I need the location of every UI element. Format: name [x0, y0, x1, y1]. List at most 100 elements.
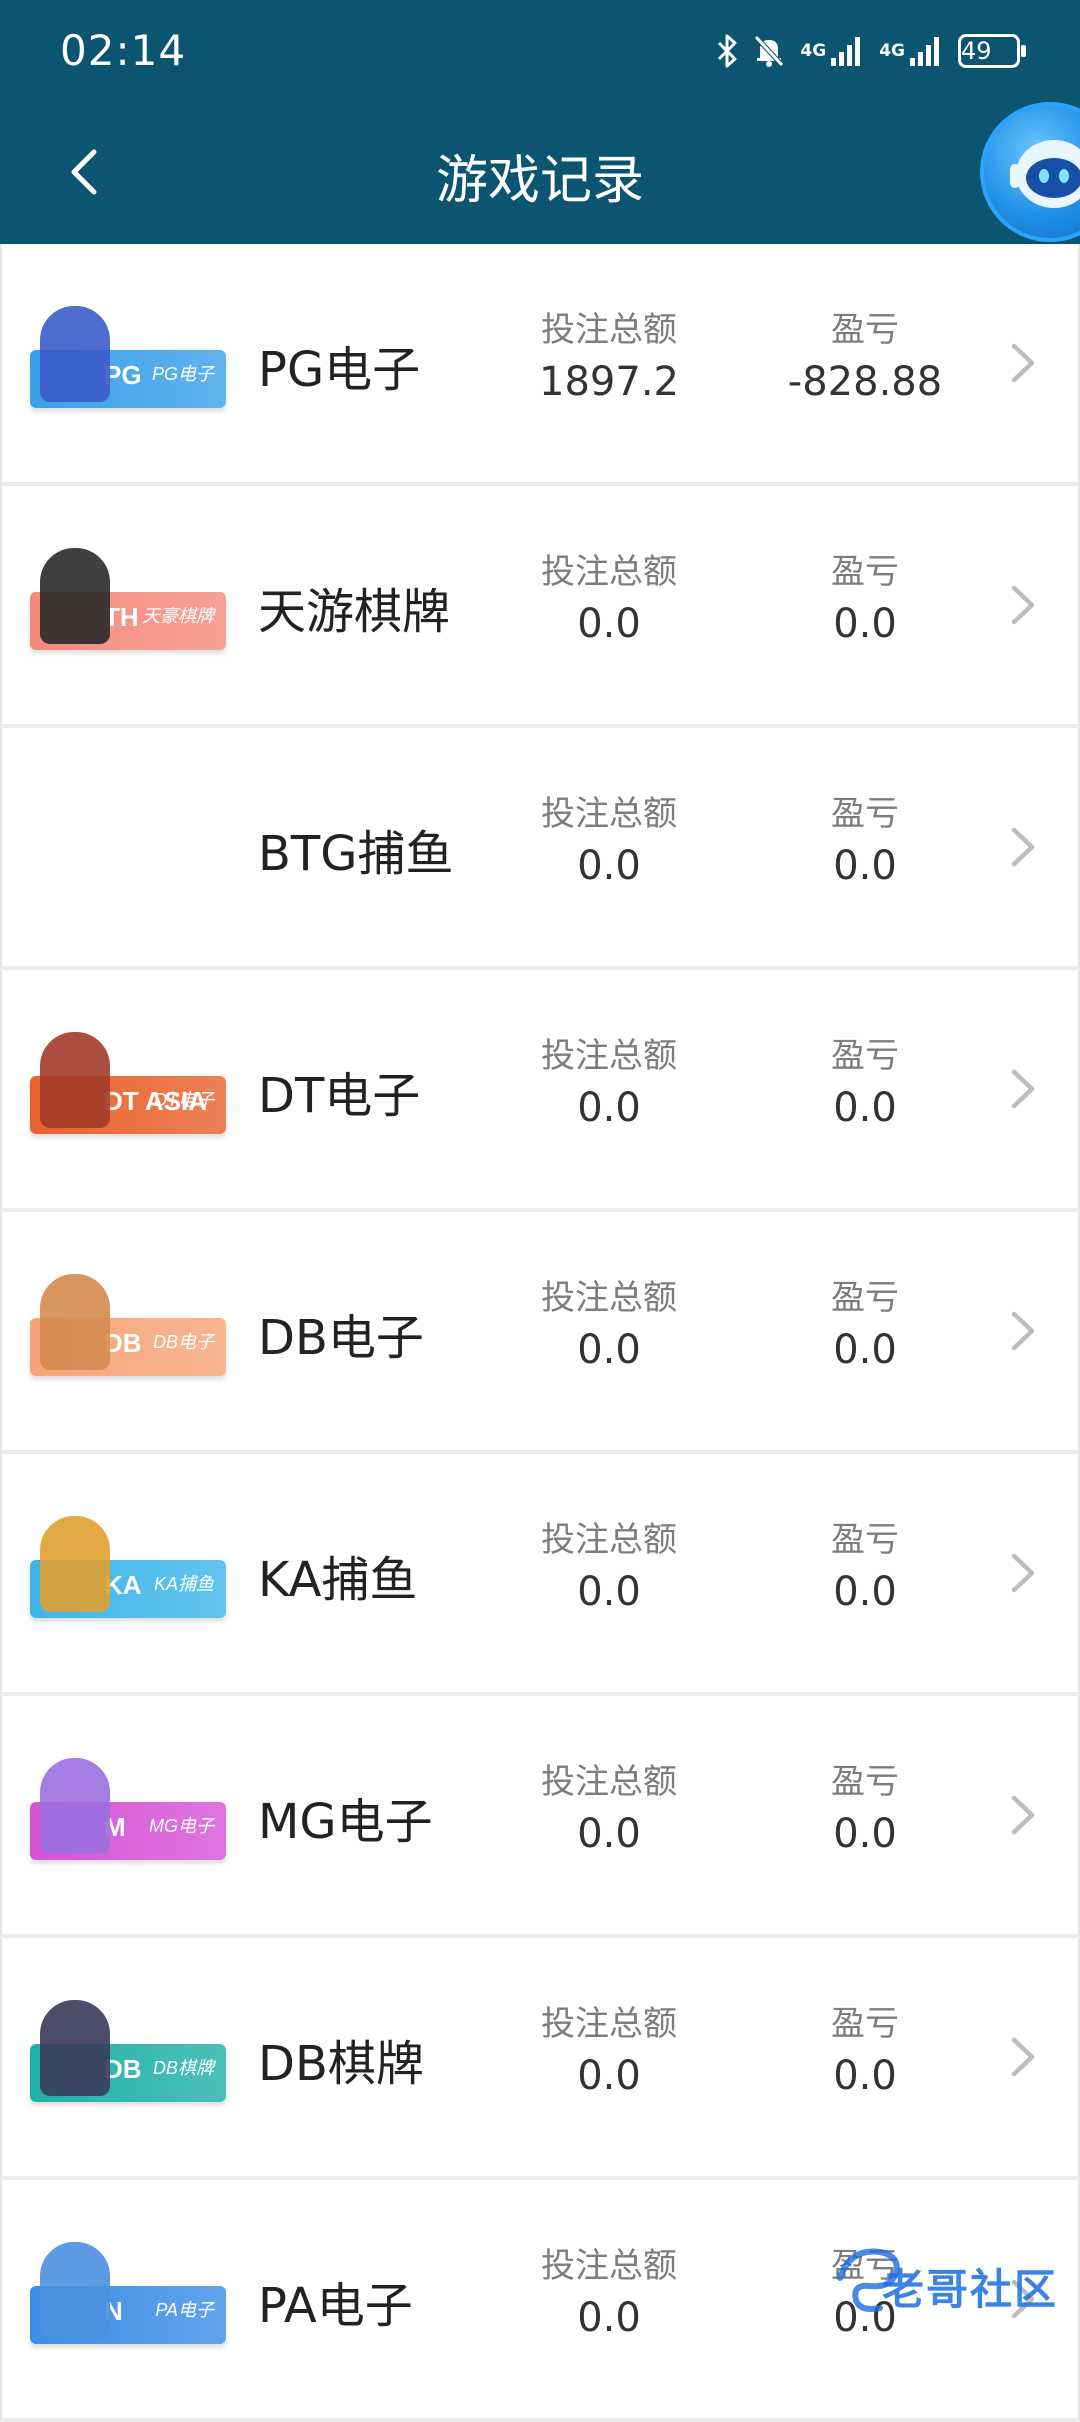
battery-level: 49 [961, 37, 992, 65]
provider-badge-text: DB电子 [152, 1332, 214, 1352]
game-name: MG电子 [258, 1794, 433, 1850]
game-name: KA捕鱼 [258, 1552, 418, 1608]
signal-icon-2: 4G [879, 34, 944, 68]
profit-loss: 盈亏 0.0 [745, 2244, 985, 2346]
profit-loss: 盈亏 0.0 [745, 792, 985, 894]
game-provider-logo: DB DB棋牌 [30, 2000, 228, 2110]
chevron-right-icon [1002, 824, 1042, 870]
profit-loss-value: 0.0 [833, 1569, 897, 1615]
game-record-row[interactable]: DB DB电子 DB电子 投注总额 0.0 盈亏 0.0 [0, 1212, 1080, 1454]
profit-loss-label: 盈亏 [831, 1520, 899, 1560]
nav-bar: 游戏记录 [0, 100, 1080, 244]
profit-loss-label: 盈亏 [831, 794, 899, 834]
bet-total: 投注总额 0.0 [489, 1760, 729, 1862]
profit-loss-value: 0.0 [833, 843, 897, 889]
bet-total-label: 投注总额 [541, 2004, 677, 2044]
bet-total-value: 0.0 [577, 1327, 641, 1373]
network-type-2: 4G [879, 41, 905, 61]
game-name: 天游棋牌 [258, 584, 451, 640]
game-record-row[interactable]: N PA电子 PA电子 投注总额 0.0 盈亏 0.0 [0, 2180, 1080, 2422]
bet-total-value: 0.0 [577, 601, 641, 647]
game-record-list: PG PG电子 PG电子 投注总额 1897.2 盈亏 -828.88 TH 天豪棋牌 天游棋牌投… [0, 244, 1080, 2422]
game-record-row[interactable]: PG PG电子 PG电子 投注总额 1897.2 盈亏 -828.88 [0, 244, 1080, 486]
provider-badge-text: MG电子 [149, 1816, 214, 1836]
bet-total-label: 投注总额 [541, 1036, 677, 1076]
page-title: 游戏记录 [435, 151, 644, 211]
game-name: DB棋牌 [258, 2036, 424, 2092]
profit-loss: 盈亏 0.0 [745, 1760, 985, 1862]
chevron-right-icon [1002, 1308, 1042, 1354]
game-provider-logo: DB DB电子 [30, 1274, 228, 1384]
profit-loss-label: 盈亏 [831, 552, 899, 592]
status-time: 02:14 [60, 26, 187, 75]
provider-badge-text: KA捕鱼 [153, 1574, 214, 1594]
app-header: 02:14 4G 4G 49 游戏记录 [0, 0, 1080, 244]
provider-badge-text: DT电子 [154, 1090, 214, 1110]
bet-total-label: 投注总额 [541, 1520, 677, 1560]
character-illustration [40, 548, 110, 644]
game-record-row[interactable]: M MG电子 MG电子 投注总额 0.0 盈亏 0.0 [0, 1696, 1080, 1938]
character-illustration [40, 1274, 110, 1370]
profit-loss-value: -828.88 [787, 359, 943, 405]
bet-total-value: 0.0 [577, 2295, 641, 2341]
chevron-right-icon [1002, 1066, 1042, 1112]
game-name: BTG捕鱼 [258, 826, 454, 882]
chevron-right-icon [1002, 1550, 1042, 1596]
bet-total: 投注总额 0.0 [489, 1276, 729, 1378]
bet-total-value: 0.0 [577, 2053, 641, 2099]
bet-total-label: 投注总额 [541, 310, 677, 350]
game-name: DB电子 [258, 1310, 424, 1366]
bluetooth-icon [716, 33, 738, 69]
status-icons: 4G 4G 49 [716, 28, 1026, 74]
character-illustration [40, 2242, 110, 2338]
battery-icon: 49 [958, 34, 1026, 68]
game-record-row[interactable]: BTG捕鱼 投注总额 0.0 盈亏 0.0 [0, 728, 1080, 970]
profit-loss: 盈亏 0.0 [745, 550, 985, 652]
game-record-row[interactable]: TH 天豪棋牌 天游棋牌 投注总额 0.0 盈亏 0.0 [0, 486, 1080, 728]
customer-service-icon[interactable] [980, 102, 1080, 242]
profit-loss-value: 0.0 [833, 2053, 897, 2099]
profit-loss: 盈亏 0.0 [745, 1518, 985, 1620]
profit-loss-label: 盈亏 [831, 1762, 899, 1802]
provider-badge-text: PA电子 [155, 2300, 214, 2320]
game-name: DT电子 [258, 1068, 421, 1124]
bet-total-label: 投注总额 [541, 1278, 677, 1318]
chevron-right-icon [1002, 582, 1042, 628]
game-record-row[interactable]: KA KA捕鱼 KA捕鱼 投注总额 0.0 盈亏 0.0 [0, 1454, 1080, 1696]
profit-loss-value: 0.0 [833, 1085, 897, 1131]
profit-loss-label: 盈亏 [831, 310, 899, 350]
character-illustration [40, 1032, 110, 1128]
mute-bell-icon [752, 33, 786, 69]
profit-loss-value: 0.0 [833, 1327, 897, 1373]
profit-loss-label: 盈亏 [831, 2246, 899, 2286]
bet-total-label: 投注总额 [541, 1762, 677, 1802]
network-type-1: 4G [800, 41, 827, 61]
profit-loss-label: 盈亏 [831, 1278, 899, 1318]
signal-icon-1: 4G [800, 34, 865, 68]
game-provider-logo: DT ASIA DT电子 [30, 1032, 228, 1142]
game-record-row[interactable]: DB DB棋牌 DB棋牌 投注总额 0.0 盈亏 0.0 [0, 1938, 1080, 2180]
bet-total: 投注总额 1897.2 [489, 308, 729, 410]
profit-loss-value: 0.0 [833, 2295, 897, 2341]
bet-total-label: 投注总额 [541, 2246, 677, 2286]
status-bar: 02:14 4G 4G 49 [0, 0, 1080, 100]
provider-badge-text: PG电子 [151, 364, 214, 384]
profit-loss-label: 盈亏 [831, 1036, 899, 1076]
chevron-right-icon [1002, 340, 1042, 386]
bet-total-label: 投注总额 [541, 794, 677, 834]
bet-total-label: 投注总额 [541, 552, 677, 592]
provider-badge-text: DB棋牌 [152, 2058, 214, 2078]
provider-badge-text: 天豪棋牌 [142, 606, 214, 626]
bet-total-value: 0.0 [577, 1085, 641, 1131]
game-provider-logo [30, 792, 228, 900]
character-illustration [40, 306, 110, 402]
game-provider-logo: N PA电子 [30, 2242, 228, 2352]
game-name: PA电子 [258, 2278, 413, 2334]
bet-total-value: 0.0 [577, 843, 641, 889]
bet-total-value: 0.0 [577, 1811, 641, 1857]
profit-loss-value: 0.0 [833, 601, 897, 647]
bet-total: 投注总额 0.0 [489, 550, 729, 652]
game-record-row[interactable]: DT ASIA DT电子 DT电子 投注总额 0.0 盈亏 0.0 [0, 970, 1080, 1212]
chevron-right-icon [1002, 2276, 1042, 2322]
game-provider-logo: TH 天豪棋牌 [30, 548, 228, 658]
